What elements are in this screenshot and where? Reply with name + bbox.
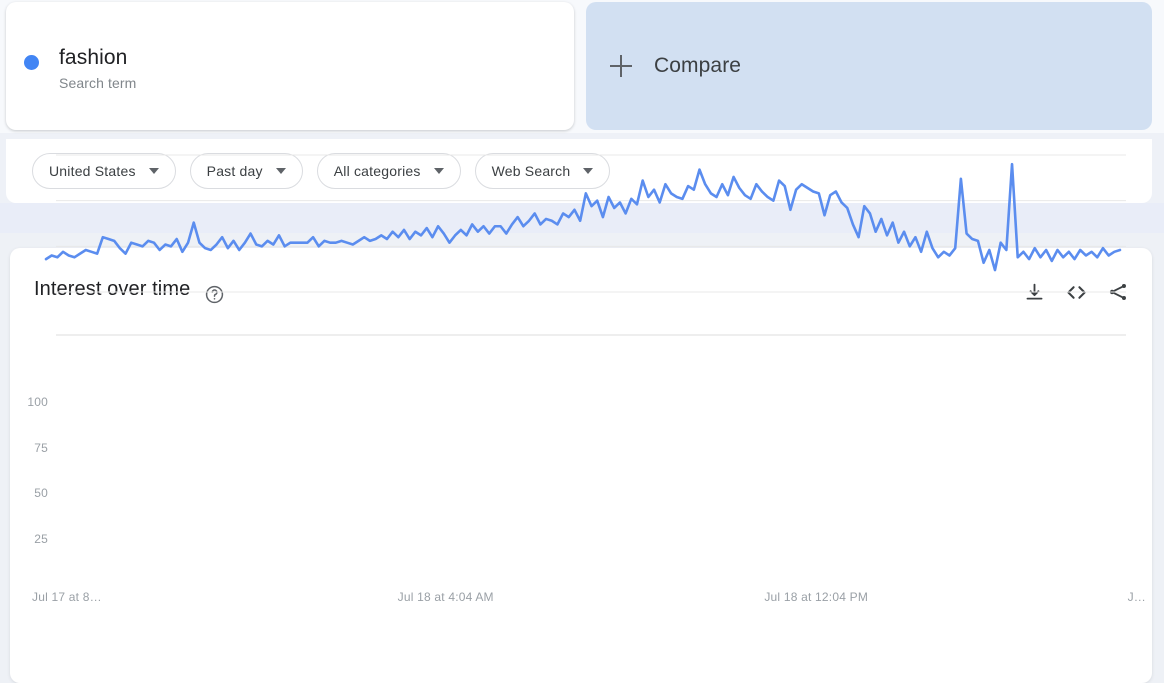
filter-searchtype-dropdown[interactable]: Web Search <box>474 153 611 189</box>
x-axis-tick-label: J… <box>1127 590 1146 604</box>
embed-icon[interactable] <box>1064 280 1088 304</box>
search-term-title: fashion <box>59 46 128 69</box>
download-icon[interactable] <box>1022 280 1046 304</box>
search-term-card[interactable]: fashion Search term <box>6 2 574 130</box>
compare-card[interactable]: Compare <box>586 2 1152 130</box>
mid-background-band <box>0 203 1164 233</box>
y-axis-tick-label: 75 <box>34 440 48 455</box>
compare-label: Compare <box>654 54 742 77</box>
filter-category-dropdown[interactable]: All categories <box>316 153 461 189</box>
chevron-down-icon <box>148 168 159 174</box>
filter-category-label: All categories <box>333 163 421 179</box>
filter-location-dropdown[interactable]: United States <box>32 153 176 189</box>
filter-timerange-dropdown[interactable]: Past day <box>189 153 303 189</box>
plus-icon <box>610 55 632 77</box>
chevron-down-icon <box>583 168 594 174</box>
help-circle-icon[interactable] <box>205 285 224 304</box>
interest-over-time-card: Interest over time <box>10 248 1152 683</box>
chevron-down-icon <box>275 168 286 174</box>
x-axis-tick-label: Jul 18 at 4:04 AM <box>397 590 494 604</box>
page-title: Interest over time <box>34 278 191 300</box>
series-color-dot <box>24 55 39 70</box>
filter-timerange-label: Past day <box>206 163 263 179</box>
share-icon[interactable] <box>1106 280 1130 304</box>
search-term-content: fashion Search term <box>6 45 136 91</box>
chart-header: Interest over time <box>10 248 1152 334</box>
y-axis-tick-label: 100 <box>27 395 48 409</box>
search-term-text: fashion Search term <box>59 45 136 91</box>
chart-actions <box>1022 280 1130 304</box>
chevron-down-icon <box>433 168 444 174</box>
compare-content: Compare <box>586 54 741 78</box>
y-axis-tick-label: 50 <box>34 486 48 501</box>
x-axis-tick-label: Jul 17 at 8… <box>32 590 102 604</box>
y-axis-tick-label: 25 <box>34 532 48 546</box>
filter-bar: United States Past day All categories We… <box>6 139 1152 203</box>
filter-location-label: United States <box>49 163 136 179</box>
search-term-subtitle: Search term <box>59 75 137 91</box>
x-axis-tick-label: Jul 18 at 12:04 PM <box>764 590 869 604</box>
filter-searchtype-label: Web Search <box>491 163 571 179</box>
